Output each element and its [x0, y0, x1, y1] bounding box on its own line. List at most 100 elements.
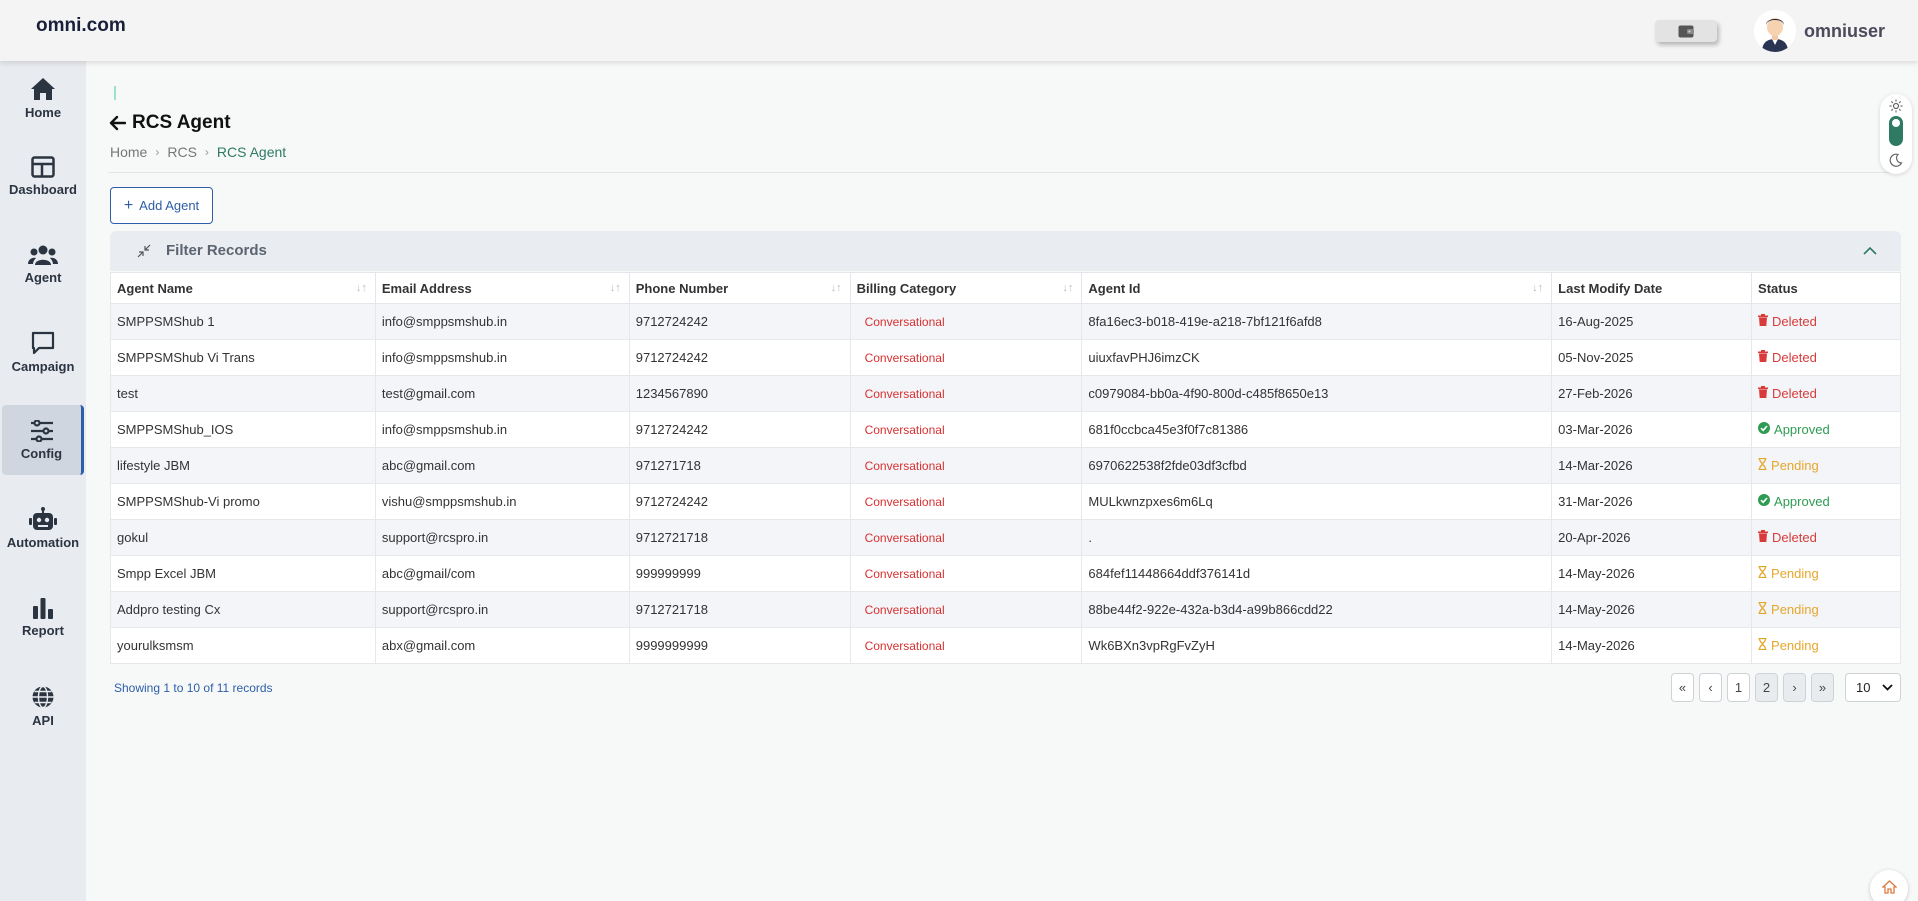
collapse-arrows-icon	[137, 244, 151, 258]
cell-status: Deleted	[1751, 303, 1901, 340]
chevron-right-icon: ›	[155, 145, 160, 159]
cell-billing: Conversational	[849, 627, 1083, 664]
username-label[interactable]: omniuser	[1804, 21, 1885, 42]
breadcrumb-rcs[interactable]: RCS	[167, 144, 197, 160]
cell-phone: 9712724242	[628, 483, 851, 520]
filter-title: Filter Records	[166, 242, 267, 259]
globe-icon	[32, 685, 54, 708]
table-row[interactable]: gokul support@rcspro.in 9712721718 Conversa…	[110, 519, 1901, 556]
add-agent-label: Add Agent	[139, 198, 200, 213]
table-row[interactable]: Smpp Excel JBM abc@gmail/com 999999999 Conv…	[110, 555, 1901, 592]
bar-chart-icon	[33, 597, 53, 619]
sort-icon[interactable]: ↓↑	[831, 282, 842, 294]
brand-logo[interactable]: omni.com	[36, 15, 126, 37]
last-page-button[interactable]: »	[1811, 673, 1834, 702]
cell-status: Pending	[1751, 627, 1901, 664]
cell-billing: Conversational	[849, 555, 1083, 592]
sort-icon[interactable]: ↓↑	[1532, 282, 1543, 294]
sidebar-item-campaign[interactable]: Campaign	[0, 317, 86, 387]
table-row[interactable]: SMPPSMShub-Vi promo vishu@smppsmshub.in 97…	[110, 483, 1901, 520]
status-badge: Deleted	[1758, 386, 1817, 401]
back-arrow-icon[interactable]	[109, 115, 126, 131]
pagination: « ‹ 1 2 › »	[1671, 673, 1834, 702]
chevron-up-icon[interactable]	[1863, 246, 1877, 255]
filter-records-bar[interactable]: Filter Records	[110, 231, 1901, 271]
cell-email: abc@gmail/com	[374, 555, 630, 592]
sidebar-item-home[interactable]: Home	[0, 63, 86, 133]
theme-toggle[interactable]	[1880, 94, 1912, 174]
sort-icon[interactable]: ↓↑	[1062, 282, 1073, 294]
plus-icon: +	[123, 196, 134, 214]
sidebar-item-report[interactable]: Report	[0, 582, 86, 652]
next-page-button[interactable]: ›	[1783, 673, 1806, 702]
cell-phone: 999999999	[628, 555, 851, 592]
status-badge: Deleted	[1758, 350, 1817, 365]
status-badge: Pending	[1758, 601, 1819, 617]
table-row[interactable]: test test@gmail.com 1234567890 Conversation…	[110, 375, 1901, 412]
table-row[interactable]: lifestyle JBM abc@gmail.com 971271718 Conve…	[110, 447, 1901, 484]
cell-phone: 1234567890	[628, 375, 851, 412]
toggle-knob[interactable]	[1889, 116, 1903, 146]
add-agent-button[interactable]: + Add Agent	[110, 187, 213, 224]
cell-date: 20-Apr-2026	[1551, 519, 1753, 556]
cell-email: abx@gmail.com	[374, 627, 630, 664]
sidebar-item-dashboard[interactable]: Dashboard	[0, 141, 86, 211]
page-title-text: RCS Agent	[132, 112, 231, 133]
table-row[interactable]: SMPPSMShub 1 info@smppsmshub.in 9712724242…	[110, 303, 1901, 340]
prev-page-button[interactable]: ‹	[1699, 673, 1722, 702]
check-circle-icon	[1758, 494, 1771, 509]
cell-billing: Conversational	[849, 483, 1083, 520]
cell-agent-id: 88be44f2-922e-432a-b3d4-a99b866cdd22	[1081, 591, 1553, 628]
sidebar-item-agent[interactable]: Agent	[0, 229, 86, 299]
status-label: Pending	[1771, 566, 1819, 581]
table-row[interactable]: yourulksmsm abx@gmail.com 9999999999 Conver…	[110, 627, 1901, 664]
wallet-icon	[1678, 25, 1694, 37]
first-page-button[interactable]: «	[1671, 673, 1694, 702]
cell-date: 14-May-2026	[1551, 591, 1753, 628]
col-header-billing[interactable]: Billing Category ↓↑	[849, 272, 1083, 304]
home-shortcut-button[interactable]	[1870, 870, 1908, 901]
table-row[interactable]: Addpro testing Cx support@rcspro.in 971272…	[110, 591, 1901, 628]
page-button-2[interactable]: 2	[1755, 673, 1778, 702]
cell-email: vishu@smppsmshub.in	[374, 483, 630, 520]
sidebar-item-automation[interactable]: Automation	[0, 493, 86, 563]
col-header-agent-id[interactable]: Agent Id ↓↑	[1081, 272, 1553, 304]
sort-icon[interactable]: ↓↑	[356, 282, 367, 294]
page-button-1[interactable]: 1	[1727, 673, 1750, 702]
status-badge: Pending	[1758, 565, 1819, 581]
cell-billing: Conversational	[849, 411, 1083, 448]
sort-icon[interactable]: ↓↑	[610, 282, 621, 294]
cell-phone: 9712724242	[628, 303, 851, 340]
sidebar: Home Dashboard Agent Campaign Config Aut…	[0, 61, 86, 901]
status-badge: Pending	[1758, 457, 1819, 473]
col-header-agent-name[interactable]: Agent Name ↓↑	[110, 272, 376, 304]
cell-status: Deleted	[1751, 519, 1901, 556]
col-header-date: Last Modify Date	[1551, 272, 1753, 304]
table-row[interactable]: SMPPSMShub_IOS info@smppsmshub.in 97127242…	[110, 411, 1901, 448]
status-label: Deleted	[1772, 350, 1817, 365]
sidebar-item-label: Agent	[24, 269, 62, 285]
sidebar-item-api[interactable]: API	[0, 671, 86, 741]
cell-date: 05-Nov-2025	[1551, 339, 1753, 376]
cell-email: abc@gmail.com	[374, 447, 630, 484]
chevron-right-icon: ›	[204, 145, 209, 159]
breadcrumb-home[interactable]: Home	[110, 144, 147, 160]
cell-billing: Conversational	[849, 447, 1083, 484]
cell-phone: 9712724242	[628, 339, 851, 376]
col-header-email[interactable]: Email Address ↓↑	[374, 272, 630, 304]
check-circle-icon	[1758, 422, 1771, 437]
wallet-button[interactable]	[1655, 20, 1717, 42]
col-header-phone[interactable]: Phone Number ↓↑	[628, 272, 851, 304]
breadcrumb-current: RCS Agent	[216, 144, 287, 160]
cell-agent-id: MULkwnzpxes6m6Lq	[1081, 483, 1553, 520]
sidebar-item-config[interactable]: Config	[2, 405, 84, 475]
moon-icon	[1889, 153, 1903, 167]
status-badge: Pending	[1758, 637, 1819, 653]
cell-email: support@rcspro.in	[374, 519, 630, 556]
table-row[interactable]: SMPPSMShub Vi Trans info@smppsmshub.in 971…	[110, 339, 1901, 376]
status-label: Approved	[1774, 422, 1830, 437]
table-header-row: Agent Name ↓↑ Email Address ↓↑ Phone Numbe…	[110, 272, 1901, 304]
page-size-select[interactable]: 10	[1845, 673, 1901, 702]
cell-agent-name: Smpp Excel JBM	[110, 555, 376, 592]
user-avatar[interactable]	[1754, 10, 1796, 52]
